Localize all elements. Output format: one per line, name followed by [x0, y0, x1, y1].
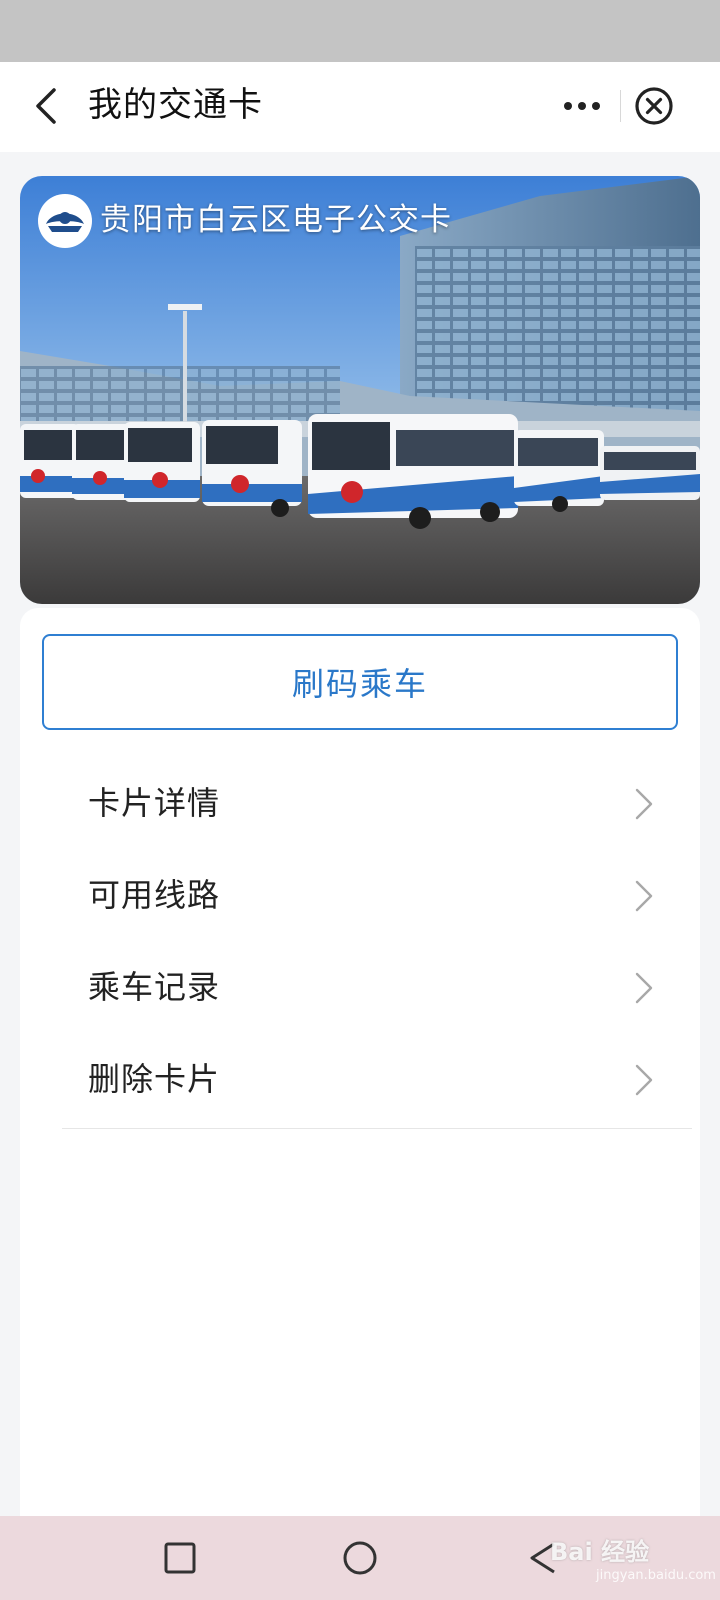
menu-item-available-routes[interactable]: 可用线路 [62, 850, 662, 942]
watermark: Bai 经验 [550, 1538, 650, 1566]
menu-bottom-divider [62, 1128, 692, 1129]
menu-item-label: 删除卡片 [88, 1060, 221, 1098]
capsule-divider [620, 90, 621, 122]
menu-item-label: 乘车记录 [88, 968, 221, 1006]
menu-item-label: 卡片详情 [88, 784, 221, 822]
home-icon[interactable] [338, 1536, 382, 1580]
status-bar [0, 0, 720, 62]
menu-item-label: 可用线路 [88, 876, 221, 914]
card-title: 贵阳市白云区电子公交卡 [100, 202, 452, 238]
card-actions-panel: 刷码乘车 卡片详情 可用线路 乘车记录 删除卡片 [20, 608, 700, 1520]
watermark-url: jingyan.baidu.com [596, 1568, 716, 1583]
mini-program-capsule [540, 72, 700, 142]
menu-item-delete-card[interactable]: 删除卡片 [62, 1034, 662, 1126]
chevron-right-icon [635, 1064, 653, 1096]
menu-item-card-details[interactable]: 卡片详情 [62, 758, 662, 850]
menu-item-ride-records[interactable]: 乘车记录 [62, 942, 662, 1034]
chevron-right-icon [635, 880, 653, 912]
back-arrow-icon[interactable] [28, 84, 68, 128]
page-title: 我的交通卡 [88, 85, 263, 125]
bus-company-logo [38, 194, 92, 248]
system-navigation-bar: Bai 经验 jingyan.baidu.com [0, 1516, 720, 1600]
transit-card[interactable]: 贵阳市白云区电子公交卡 [20, 176, 700, 604]
more-options-icon[interactable] [550, 84, 610, 128]
chevron-right-icon [635, 788, 653, 820]
recent-apps-icon[interactable] [158, 1536, 202, 1580]
top-nav-bar: 我的交通卡 [0, 62, 720, 152]
chevron-right-icon [635, 972, 653, 1004]
close-icon[interactable] [630, 82, 678, 130]
scan-to-ride-button[interactable]: 刷码乘车 [42, 634, 678, 730]
